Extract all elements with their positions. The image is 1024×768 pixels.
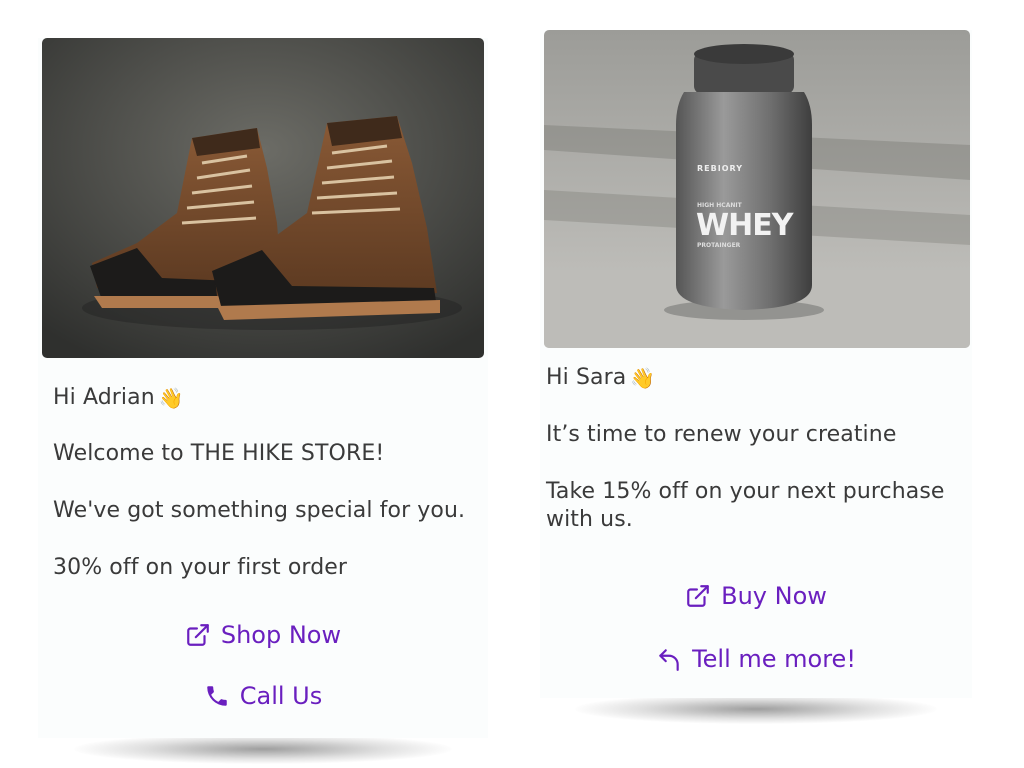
tell-me-more-button[interactable]: Tell me more! [540, 644, 972, 674]
message-card-adrian: Hi Adrian 👋 Welcome to THE HIKE STORE! W… [38, 38, 488, 764]
call-us-label: Call Us [239, 682, 323, 710]
buy-now-button[interactable]: Buy Now [540, 581, 972, 611]
message-line: Take 15% off on your next purchase with … [546, 479, 945, 532]
waving-hand-emoji: 👋 [158, 386, 184, 410]
tell-me-more-label: Tell me more! [692, 645, 856, 673]
message-line: We've got something special for you. [53, 498, 466, 523]
product-name: WHEY [696, 208, 793, 243]
shop-now-label: Shop Now [220, 621, 342, 649]
product-brand: REBIORY [697, 164, 744, 173]
waving-hand-emoji: 👋 [630, 366, 656, 390]
greeting-line: Hi Sara 👋 [546, 364, 958, 392]
message-line: Welcome to THE HIKE STORE! [53, 441, 385, 466]
greeting-text: Hi Adrian [53, 385, 155, 410]
product-sub-bottom: PROTAINGER [697, 242, 741, 249]
call-us-button[interactable]: Call Us [38, 681, 488, 711]
phone-icon [204, 683, 230, 709]
message-body: Hi Adrian 👋 Welcome to THE HIKE STORE! W… [53, 384, 474, 582]
external-link-icon [685, 583, 711, 609]
hiking-boots-photo [42, 38, 484, 358]
greeting-line: Hi Adrian 👋 [53, 384, 474, 412]
message-line: It’s time to renew your creatine [546, 422, 897, 447]
message-body: Hi Sara 👋 It’s time to renew your creati… [546, 364, 958, 534]
message-line: 30% off on your first order [53, 555, 348, 580]
message-card-sara: REBIORY HIGH HCANIT WHEY PROTAINGER Hi S… [540, 30, 972, 724]
shop-now-button[interactable]: Shop Now [38, 620, 488, 650]
whey-protein-tub-photo: REBIORY HIGH HCANIT WHEY PROTAINGER [544, 30, 970, 348]
external-link-icon [185, 622, 211, 648]
reply-arrow-icon [656, 646, 682, 672]
greeting-text: Hi Sara [546, 365, 627, 390]
buy-now-label: Buy Now [721, 582, 827, 610]
